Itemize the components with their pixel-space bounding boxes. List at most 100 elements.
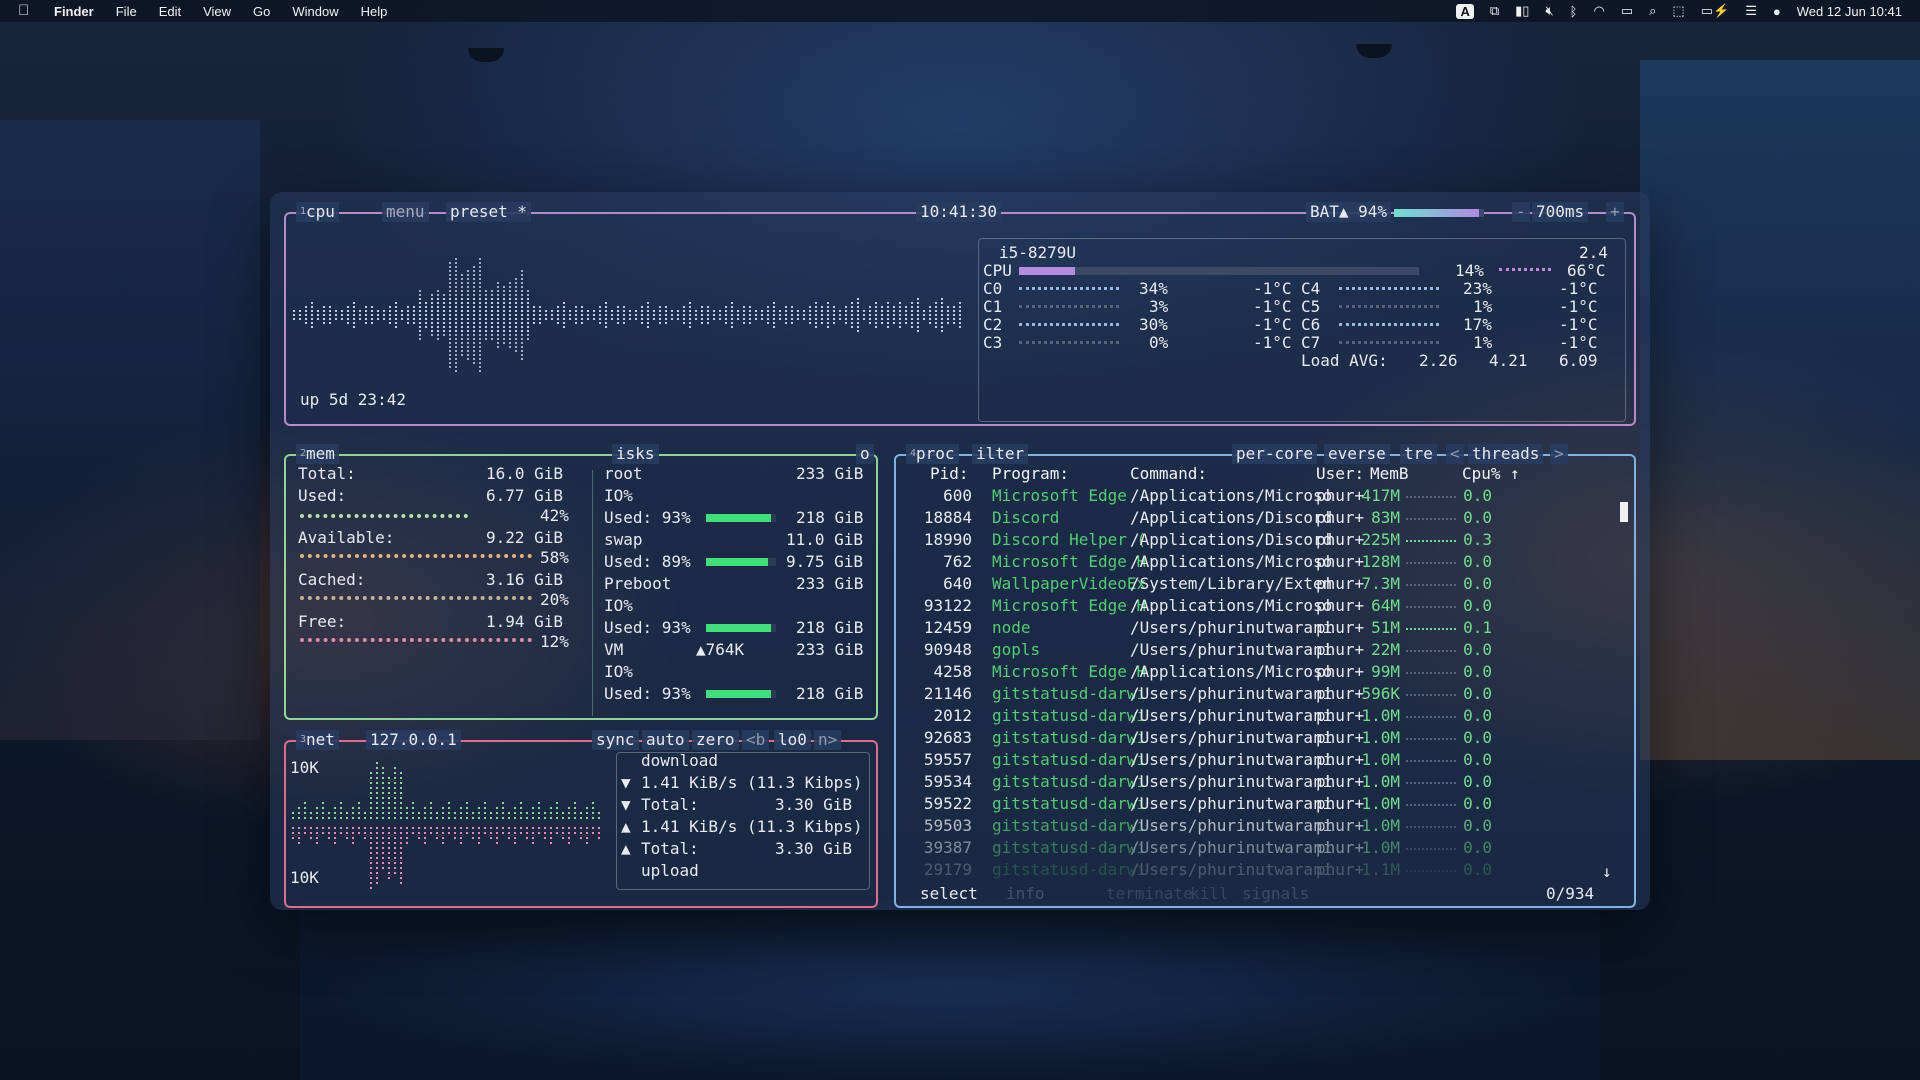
mem-used-value: 6.77 GiB — [486, 486, 564, 505]
proc-sort-label[interactable]: threads — [1468, 444, 1544, 464]
cpu-graph-dot — [461, 306, 463, 308]
proc-filter-button[interactable]: ilter — [972, 444, 1029, 464]
interval-decrease[interactable]: - — [1512, 202, 1530, 222]
siri-icon[interactable]: ● — [1773, 4, 1781, 19]
menu-edit[interactable]: Edit — [159, 4, 181, 19]
battery-icon[interactable]: ▭⚡ — [1701, 3, 1729, 19]
menu-window[interactable]: Window — [292, 4, 338, 19]
display-icon[interactable]: ▭ — [1621, 3, 1633, 19]
net-graph-dot-upload — [508, 832, 510, 834]
wifi-icon[interactable]: ◠ — [1593, 3, 1604, 19]
cpu-graph-dot — [329, 310, 331, 312]
cpu-graph-dot — [449, 294, 451, 296]
menu-view[interactable]: View — [203, 4, 231, 19]
cpu-graph-dot — [317, 314, 319, 316]
cpu-graph-dot — [731, 314, 733, 316]
cpu-preset-button[interactable]: preset * — [446, 202, 532, 222]
menu-clock[interactable]: Wed 12 Jun 10:41 — [1797, 4, 1902, 19]
core-temp: -1°C — [1559, 333, 1598, 352]
net-graph-dot-download — [382, 797, 384, 799]
cpu-graph-dot — [449, 286, 451, 288]
cpu-graph-dot — [479, 334, 481, 336]
disk-used-bar-fill — [706, 690, 772, 698]
proc-footer-signals[interactable]: signals — [1242, 884, 1309, 904]
io-toggle[interactable]: o — [856, 444, 874, 464]
screen-mirror-icon[interactable]: ⧉ — [1490, 3, 1499, 19]
input-source-icon[interactable]: A — [1456, 3, 1474, 19]
net-sync-button[interactable]: sync — [592, 730, 639, 750]
net-graph-dot-upload — [376, 842, 378, 844]
net-graph-dot-upload — [586, 827, 588, 829]
cpu-graph-dot — [323, 318, 325, 320]
menu-help[interactable]: Help — [361, 4, 388, 19]
net-graph-dot-download — [424, 817, 426, 819]
bluetooth-icon[interactable]: ᛒ — [1570, 4, 1578, 19]
net-prev-button[interactable]: <b — [742, 730, 770, 750]
proc-footer-terminate[interactable]: terminate — [1106, 884, 1193, 904]
menu-go[interactable]: Go — [253, 4, 270, 19]
mute-icon[interactable]: 🔇︎ — [1545, 3, 1553, 19]
net-interface-name[interactable]: lo0 — [774, 730, 811, 750]
menu-app-name[interactable]: Finder — [54, 4, 94, 19]
proc-tab[interactable]: 4proc — [906, 444, 959, 464]
cpu-total-pct: 14% — [1455, 261, 1484, 280]
mem-tab[interactable]: 2mem — [296, 444, 339, 464]
interval-label[interactable]: 700ms — [1532, 202, 1589, 222]
proc-per-core-toggle[interactable]: per-core — [1232, 444, 1318, 464]
cpu-graph-dot — [473, 342, 475, 344]
net-auto-button[interactable]: auto — [642, 730, 689, 750]
proc-user: phur+ — [1316, 750, 1365, 769]
cpu-graph-dot — [809, 318, 811, 320]
proc-footer-select[interactable]: select — [920, 884, 978, 904]
cpu-graph-dot — [497, 330, 499, 332]
proc-tree-toggle[interactable]: tre — [1400, 444, 1437, 464]
interval-increase[interactable]: + — [1606, 202, 1624, 222]
disks-tab[interactable]: isks — [612, 444, 659, 464]
cpu-graph-dot — [383, 314, 385, 316]
net-next-button[interactable]: n> — [814, 730, 842, 750]
proc-footer-kill[interactable]: kill — [1190, 884, 1229, 904]
menu-file[interactable]: File — [116, 4, 137, 19]
sidebar-icon[interactable]: ▮▯ — [1515, 3, 1529, 19]
cpu-graph-dot — [581, 306, 583, 308]
apple-menu-icon[interactable]:  — [18, 3, 32, 19]
mem-cached-value: 3.16 GiB — [486, 570, 564, 589]
col-pid-header[interactable]: Pid: — [930, 464, 969, 484]
btop-terminal-window[interactable]: 1cpu menu preset * 10:41:30 BAT▲ 94% - 7… — [270, 192, 1650, 910]
proc-scrollbar-thumb[interactable] — [1620, 502, 1628, 522]
proc-sort-prev[interactable]: < — [1446, 444, 1464, 464]
scroll-up-icon[interactable]: ↑ — [1510, 464, 1520, 484]
proc-cpu: 0.0 — [1463, 816, 1492, 835]
net-graph-dot-upload — [574, 827, 576, 829]
control-center-icon[interactable]: ☰ — [1745, 3, 1757, 19]
col-cpu-header[interactable]: Cpu% — [1462, 464, 1501, 484]
net-graph-dot-upload — [562, 832, 564, 834]
net-graph-dot-download — [490, 817, 492, 819]
net-graph-dot-upload — [418, 827, 420, 829]
cpu-tab[interactable]: 1cpu — [296, 202, 339, 222]
net-graph-dot-download — [562, 812, 564, 814]
net-graph-dot-download — [466, 802, 468, 804]
proc-sort-next[interactable]: > — [1550, 444, 1568, 464]
net-tab[interactable]: 3net — [296, 730, 339, 750]
cpu-graph-dot — [941, 330, 943, 332]
spotlight-icon[interactable]: ⌕ — [1649, 3, 1656, 19]
net-zero-button[interactable]: zero — [692, 730, 739, 750]
proc-footer-info[interactable]: info — [1006, 884, 1045, 904]
col-program-header[interactable]: Program: — [992, 464, 1069, 484]
scroll-down-icon[interactable]: ↓ — [1602, 862, 1612, 882]
proc-user: phur+ — [1316, 530, 1365, 549]
cpu-graph-dot — [359, 318, 361, 320]
net-graph-dot-download — [358, 817, 360, 819]
col-mem-header[interactable]: MemB — [1370, 464, 1409, 484]
cpu-graph-dot — [521, 338, 523, 340]
cpu-menu-button[interactable]: menu — [382, 202, 429, 222]
net-row-value: 3.30 GiB — [775, 839, 853, 858]
proc-reverse-toggle[interactable]: everse — [1324, 444, 1390, 464]
net-graph-dot-upload — [400, 877, 402, 879]
col-user-header[interactable]: User: — [1316, 464, 1364, 484]
bracket-icon[interactable]: ⬚ — [1672, 3, 1684, 19]
col-command-header[interactable]: Command: — [1130, 464, 1207, 484]
net-graph-dot-download — [460, 807, 462, 809]
cpu-graph-dot — [761, 314, 763, 316]
